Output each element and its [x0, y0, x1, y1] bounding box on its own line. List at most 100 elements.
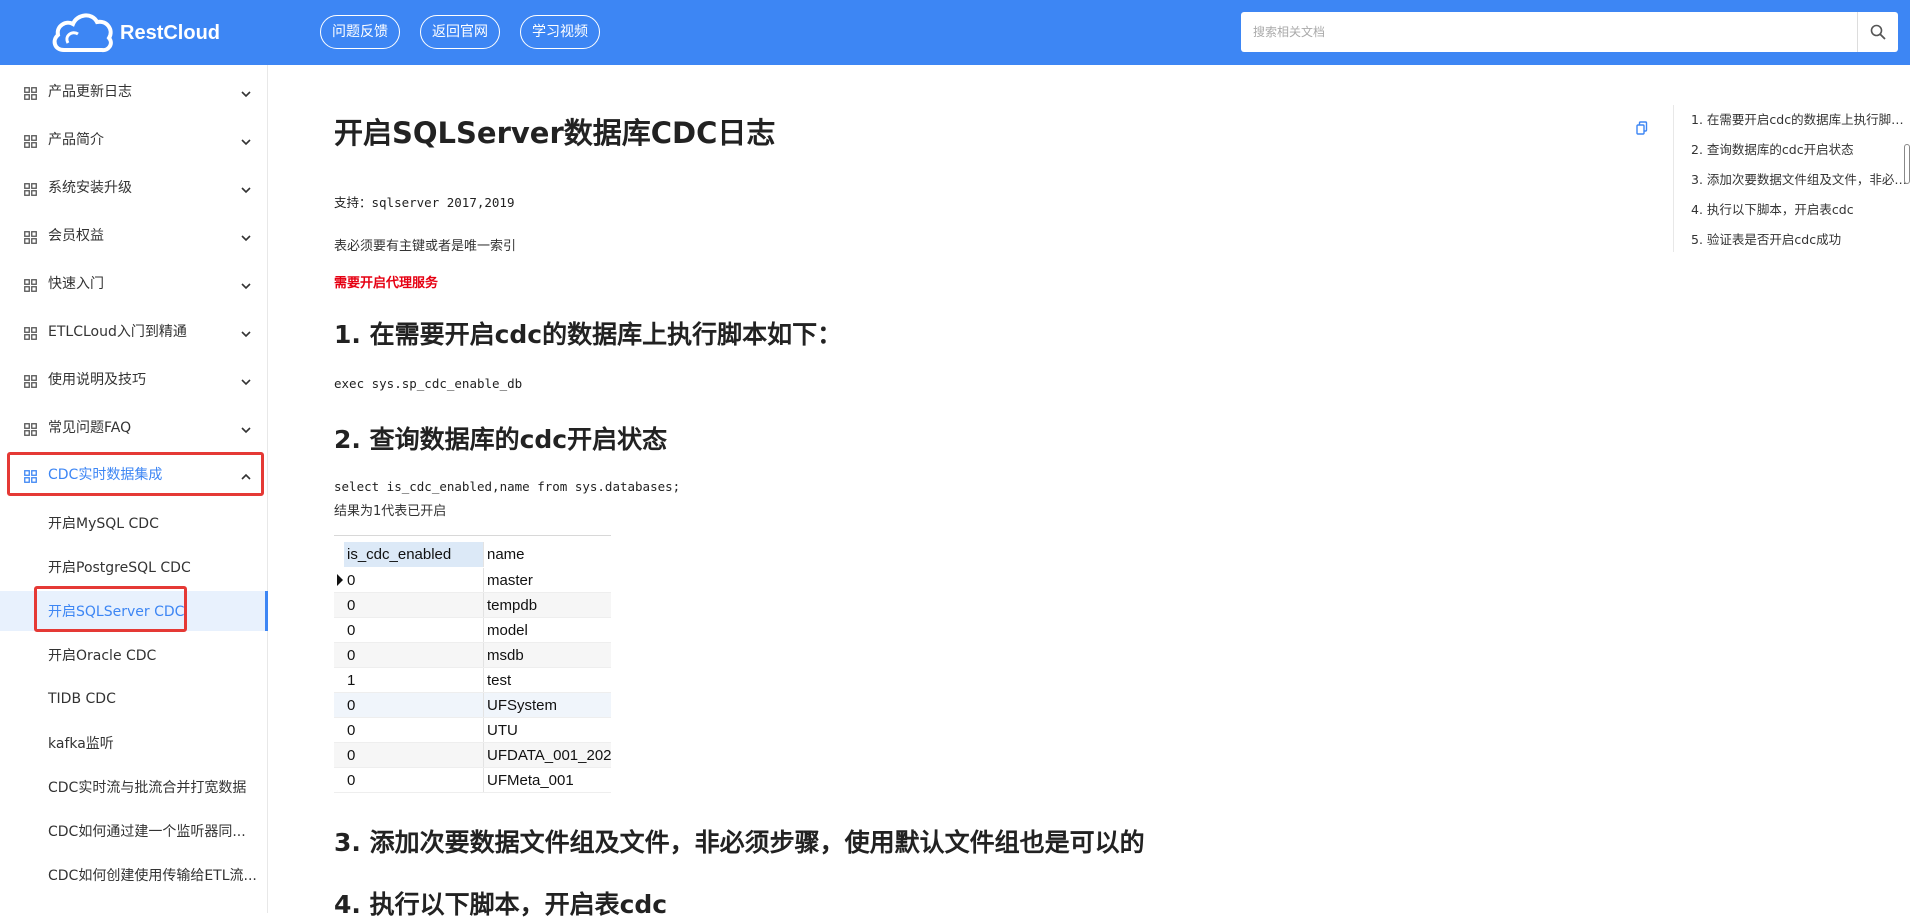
table-cell: 0: [344, 618, 484, 642]
toc-link[interactable]: 4. 执行以下脚本，开启表cdc: [1691, 199, 1909, 218]
table-row: 0 model: [334, 618, 611, 643]
sidebar-sub-item[interactable]: 开启MySQL CDC: [0, 503, 268, 543]
sidebar: 产品更新日志 产品简介系统安装升级会员权益快速入门 ETLCLoud入门到精通 使用说…: [0, 65, 268, 913]
table-cell: UFSystem: [487, 697, 558, 714]
primary-key-note: 表必须要有主键或者是唯一索引: [334, 239, 517, 254]
back-to-site-button[interactable]: 返回官网: [420, 15, 500, 49]
sidebar-menu-item[interactable]: ETLCLoud入门到精通: [0, 311, 268, 351]
table-row: 0 master: [334, 568, 611, 593]
search-icon: [1870, 24, 1886, 40]
sidebar-sub-label: kafka监听: [48, 736, 114, 752]
search-button[interactable]: [1857, 12, 1898, 52]
table-cell: 0: [344, 743, 484, 767]
grid-icon: [24, 181, 37, 196]
sidebar-menu-item[interactable]: 使用说明及技巧: [0, 359, 268, 399]
sidebar-menu-item[interactable]: 系统安装升级: [0, 167, 268, 207]
section-heading-1: 1. 在需要开启cdc的数据库上执行脚本如下：: [334, 320, 843, 349]
chevron-down-icon[interactable]: [240, 373, 252, 386]
toc-link[interactable]: 5. 验证表是否开启cdc成功: [1691, 229, 1909, 248]
table-header-row: is_cdc_enabled name: [334, 542, 611, 567]
sidebar-sub-item[interactable]: TIDB CDC: [0, 679, 268, 719]
table-cell: 1: [344, 668, 484, 692]
sidebar-menu-label: 常见问题FAQ: [48, 420, 132, 436]
row-marker: [334, 643, 344, 668]
sidebar-menu-item[interactable]: 常见问题FAQ: [0, 407, 268, 447]
result-note: 结果为1代表已开启: [334, 504, 447, 519]
row-marker: [334, 743, 344, 768]
table-row: 0 tempdb: [334, 593, 611, 618]
section-heading-3: 3. 添加次要数据文件组及文件，非必须步骤，使用默认文件组也是可以的: [334, 828, 1145, 857]
section-heading-4: 4. 执行以下脚本，开启表cdc: [334, 890, 668, 919]
toc-scrollbar[interactable]: [1904, 144, 1910, 184]
chevron-down-icon[interactable]: [240, 325, 252, 338]
sidebar-menu-label: 产品简介: [48, 132, 104, 148]
toc-link[interactable]: 3. 添加次要数据文件组及文件，非必须步骤，使用默认文件组也是可以的: [1691, 169, 1909, 188]
row-marker: [334, 593, 344, 618]
row-pointer-icon: [334, 568, 344, 593]
table-cell: 0: [344, 768, 484, 792]
table-row: 0 msdb: [334, 643, 611, 668]
table-row: 0 UFDATA_001_202: [334, 743, 611, 768]
sidebar-menu-item[interactable]: 会员权益: [0, 215, 268, 255]
search-box: [1241, 12, 1898, 52]
sidebar-menu-label: CDC实时数据集成: [48, 467, 163, 483]
table-column-header: name: [487, 546, 525, 563]
sidebar-sub-label: CDC如何创建使用传输给ETL流...: [48, 868, 257, 884]
sidebar-sub-label: TIDB CDC: [48, 691, 116, 707]
restcloud-logo[interactable]: RestCloud: [50, 10, 230, 56]
agent-service-warning: 需要开启代理服务: [334, 276, 439, 291]
grid-icon: [24, 277, 37, 292]
table-cell: 0: [344, 718, 484, 742]
sidebar-menu-label: 会员权益: [48, 228, 104, 244]
sidebar-menu-item[interactable]: 产品更新日志: [0, 71, 268, 111]
table-cell: UFDATA_001_202: [487, 747, 611, 764]
sidebar-menu-item[interactable]: 快速入门: [0, 263, 268, 303]
chevron-down-icon[interactable]: [240, 277, 252, 290]
feedback-button[interactable]: 问题反馈: [320, 15, 400, 49]
sidebar-sub-label: 开启MySQL CDC: [48, 516, 159, 532]
search-input[interactable]: [1241, 12, 1857, 52]
table-cell: UTU: [487, 722, 518, 739]
sidebar-menu-item[interactable]: CDC实时数据集成: [0, 454, 268, 494]
sidebar-sub-item[interactable]: CDC如何通过建一个监听器同...: [0, 811, 268, 851]
chevron-down-icon[interactable]: [240, 181, 252, 194]
table-top-border: [334, 535, 611, 536]
sidebar-sub-item[interactable]: CDC实时流与批流合并打宽数据: [0, 767, 268, 807]
sidebar-sub-item[interactable]: CDC如何创建使用传输给ETL流...: [0, 855, 268, 895]
chevron-down-icon[interactable]: [240, 421, 252, 434]
toc-link[interactable]: 1. 在需要开启cdc的数据库上执行脚本如下：: [1691, 109, 1909, 128]
grid-icon: [24, 85, 37, 100]
page-title: 开启SQLServer数据库CDC日志: [334, 116, 776, 150]
sidebar-sub-label: 开启SQLServer CDC: [48, 604, 185, 620]
table-cell: 0: [344, 593, 484, 617]
sidebar-sub-label: 开启PostgreSQL CDC: [48, 560, 191, 576]
row-marker: [334, 668, 344, 693]
sidebar-menu-item[interactable]: 产品简介: [0, 119, 268, 159]
grid-icon: [24, 229, 37, 244]
sidebar-sub-label: 开启Oracle CDC: [48, 648, 157, 664]
table-row: 1 test: [334, 668, 611, 693]
sidebar-sub-item[interactable]: 开启Oracle CDC: [0, 635, 268, 675]
table-cell: test: [487, 672, 512, 689]
sidebar-menu-label: 产品更新日志: [48, 84, 132, 100]
sidebar-menu-label: 使用说明及技巧: [48, 372, 146, 388]
table-cell: model: [487, 622, 528, 639]
toc-link[interactable]: 2. 查询数据库的cdc开启状态: [1691, 139, 1909, 158]
section-heading-2: 2. 查询数据库的cdc开启状态: [334, 425, 668, 454]
chevron-down-icon[interactable]: [240, 85, 252, 98]
row-marker: [334, 618, 344, 643]
sidebar-menu-label: ETLCLoud入门到精通: [48, 324, 187, 340]
chevron-down-icon[interactable]: [240, 229, 252, 242]
chevron-up-icon[interactable]: [240, 468, 252, 480]
chevron-down-icon[interactable]: [240, 133, 252, 146]
copy-link-button[interactable]: [1636, 120, 1648, 139]
sidebar-sub-item[interactable]: 开启PostgreSQL CDC: [0, 547, 268, 587]
grid-icon: [24, 468, 37, 483]
table-cell: 0: [344, 693, 484, 717]
sidebar-sub-item[interactable]: 开启SQLServer CDC: [0, 591, 268, 631]
grid-icon: [24, 373, 37, 388]
logo-text: RestCloud: [120, 21, 220, 44]
sidebar-sub-item[interactable]: kafka监听: [0, 723, 268, 763]
learning-video-button[interactable]: 学习视频: [520, 15, 600, 49]
table-of-contents: 1. 在需要开启cdc的数据库上执行脚本如下： 2. 查询数据库的cdc开启状态 3…: [1673, 105, 1910, 252]
